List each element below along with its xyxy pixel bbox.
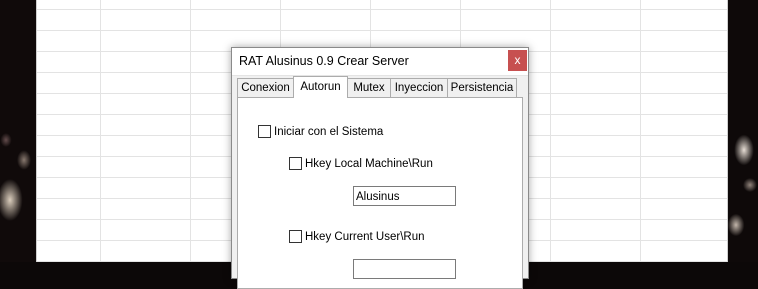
desktop-background-right — [726, 0, 758, 262]
start-with-system-checkbox[interactable] — [258, 125, 271, 138]
hkcu-value-input[interactable] — [353, 259, 456, 279]
hkcu-run-label: Hkey Current User\Run — [305, 230, 425, 243]
hklm-run-option[interactable]: Hkey Local Machine\Run — [289, 157, 433, 170]
close-icon: x — [514, 53, 521, 67]
desktop-background-left — [0, 0, 36, 262]
start-with-system-label: Iniciar con el Sistema — [274, 125, 384, 138]
dialog-titlebar[interactable]: RAT Alusinus 0.9 Crear Server x — [232, 48, 528, 76]
tab-persistencia[interactable]: Persistencia — [447, 78, 517, 97]
autorun-panel: Iniciar con el Sistema Hkey Local Machin… — [237, 97, 523, 289]
hklm-run-checkbox[interactable] — [289, 157, 302, 170]
hklm-value-input[interactable]: Alusinus — [353, 186, 456, 206]
hkcu-run-option[interactable]: Hkey Current User\Run — [289, 230, 425, 243]
crear-server-dialog: RAT Alusinus 0.9 Crear Server x Conexion… — [231, 47, 529, 289]
tab-label: Persistencia — [450, 82, 514, 94]
tab-label: Conexion — [241, 82, 290, 94]
tab-inyeccion[interactable]: Inyeccion — [390, 78, 448, 97]
hklm-run-label: Hkey Local Machine\Run — [305, 157, 433, 170]
tab-conexion[interactable]: Conexion — [237, 78, 294, 97]
tab-label: Autorun — [300, 81, 341, 93]
tab-label: Mutex — [353, 82, 385, 94]
close-button[interactable]: x — [508, 50, 527, 71]
tab-label: Inyeccion — [394, 82, 444, 94]
start-with-system-option[interactable]: Iniciar con el Sistema — [258, 125, 383, 138]
hkcu-run-checkbox[interactable] — [289, 230, 302, 243]
dialog-title: RAT Alusinus 0.9 Crear Server — [239, 54, 409, 68]
tab-autorun[interactable]: Autorun — [293, 76, 348, 98]
tab-mutex[interactable]: Mutex — [347, 78, 391, 97]
